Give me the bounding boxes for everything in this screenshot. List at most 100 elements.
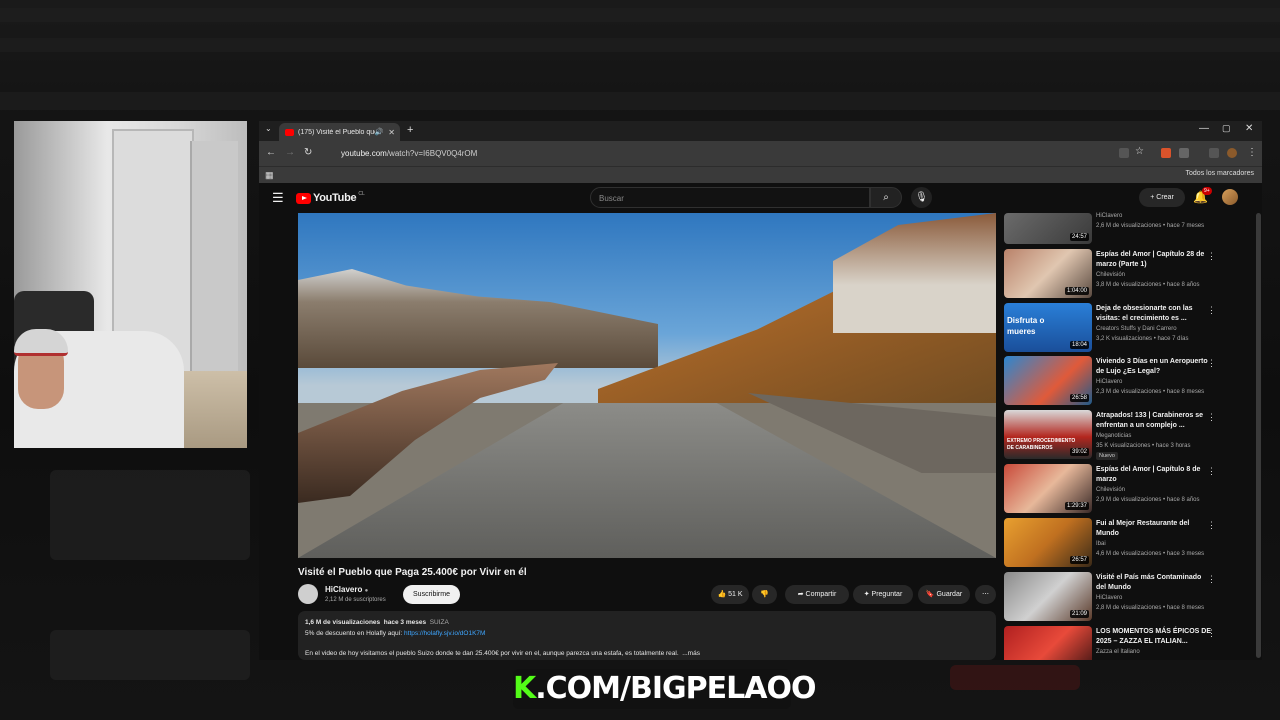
back-icon[interactable]: ← [266,147,276,158]
more-options-icon[interactable]: ⋮ [1207,466,1216,477]
description-box[interactable]: 1,6 M de visualizaciones hace 3 meses SU… [298,611,996,660]
address-bar[interactable]: youtube.com/watch?v=I6BQV0Q4rOM [329,145,1101,162]
recommendations-sidebar: 24:57 HiClavero 2,6 M de visualizaciones… [1004,213,1254,660]
new-tab-icon[interactable]: + [407,124,413,136]
recommendation-item[interactable]: Disfruta o mueres 18:04 Deja de obsesion… [1004,303,1254,353]
close-tab-icon[interactable]: ✕ [388,128,395,137]
restore-icon[interactable]: ▢ [1222,123,1231,134]
browser-menu-icon[interactable]: ⋮ [1247,147,1257,158]
rec-meta: 3,2 K visualizaciones • hace 7 días [1096,336,1189,342]
share-button[interactable]: ➦ Compartir [785,585,849,604]
puzzle-icon[interactable] [1179,148,1189,158]
hashtag[interactable]: SUIZA [430,619,449,626]
close-window-icon[interactable]: ✕ [1245,123,1253,134]
promo-text: 5% de descuento en Holafly aquí: [305,630,403,637]
duration: 26:58 [1069,394,1089,402]
recommendation-item[interactable]: 1:29:37 Espías del Amor | Capítulo 8 de … [1004,464,1254,514]
recommendation-item[interactable]: 21:09 Visité el País más Contaminado del… [1004,572,1254,622]
duration: 1:04:00 [1064,287,1089,295]
duration: 39:02 [1069,448,1089,456]
verified-icon: ● [364,588,369,594]
search-icon[interactable]: ⌕ [870,187,902,208]
thumb-overlay-text: EXTREMO PROCEDIMIENTO DE CARABINEROS [1007,438,1076,451]
notification-badge: 9+ [1202,187,1212,195]
logo-text: YouTube [313,192,357,204]
rec-title: Espías del Amor | Capítulo 8 de marzo [1096,466,1201,483]
recommendation-item[interactable]: 26:57 Fui al Mejor Restaurante del Mundo… [1004,518,1254,568]
blurred-block [50,470,250,560]
cast-icon[interactable] [1119,148,1129,158]
like-button[interactable]: 👍 51 K [711,585,749,604]
more-options-icon[interactable]: ⋮ [1207,520,1216,531]
save-button[interactable]: 🔖 Guardar [918,585,970,604]
recommendation-item[interactable]: 26:58 Viviendo 3 Días en un Aeropuerto d… [1004,356,1254,406]
more-actions-icon[interactable]: ⋯ [975,585,996,604]
dislike-button[interactable]: 👎 [752,585,777,604]
scrollbar[interactable] [1256,213,1261,658]
duration: 24:57 [1069,233,1089,241]
extension-icon[interactable] [1161,148,1171,158]
thumbnail: 21:09 [1004,572,1092,621]
video-player[interactable] [298,213,996,558]
promo-link[interactable]: https://holafly.sjv.io/dO1K7M [404,630,485,637]
rec-channel: Creators Stuffs y Dani Carrero [1096,326,1177,332]
bookmarks-bar: ▦ Todos los marcadores [259,166,1262,183]
all-bookmarks[interactable]: Todos los marcadores [1186,170,1254,177]
more-options-icon[interactable]: ⋮ [1207,251,1216,262]
more-options-icon[interactable]: ⋮ [1207,628,1216,639]
recommendation-item[interactable]: LOS MOMENTOS MÁS ÉPICOS DE 2025 – ZAZZA … [1004,626,1254,660]
more-options-icon[interactable]: ⋮ [1207,358,1216,369]
rec-meta: 2,3 M de visualizaciones • hace 8 meses [1096,389,1205,395]
bookmark-star-icon[interactable]: ☆ [1135,146,1144,157]
subscribe-button[interactable]: Suscribirme [403,585,460,604]
recommendation-item[interactable]: 1:04:00 Espías del Amor | Capítulo 28 de… [1004,249,1254,299]
more-options-icon[interactable]: ⋮ [1207,412,1216,423]
menu-icon[interactable]: ☰ [272,190,284,206]
ask-label: Preguntar [871,591,903,598]
rec-title: Visité el País más Contaminado del Mundo [1096,574,1202,591]
rec-channel: HiClavero [1096,379,1123,385]
recommendation-item[interactable]: EXTREMO PROCEDIMIENTO DE CARABINEROS 39:… [1004,410,1254,460]
apps-grid-icon[interactable]: ▦ [265,170,274,181]
rec-title: Espías del Amor | Capítulo 28 de marzo (… [1096,251,1205,268]
thumbnail: 1:04:00 [1004,249,1092,298]
thumbnail [1004,626,1092,660]
recommendation-item[interactable]: 24:57 HiClavero 2,6 M de visualizaciones… [1004,201,1254,251]
blurred-bar [0,38,1280,52]
description-promo: 5% de descuento en Holafly aquí: https:/… [305,630,485,637]
youtube-logo[interactable]: YouTube CL [296,191,365,204]
like-count: 51 K [728,591,743,598]
duration: 1:29:37 [1064,502,1089,510]
blurred-bar [0,92,1280,110]
thumbnail: 26:58 [1004,356,1092,405]
channel-avatar[interactable] [298,584,318,604]
mic-icon[interactable]: 🎙 [911,187,932,208]
share-icon: ➦ [797,591,804,598]
duration: 21:09 [1069,610,1089,618]
ask-button[interactable]: ✦ Preguntar [853,585,913,604]
rec-channel: Meganoticias [1096,433,1132,439]
channel-name[interactable]: HiClavero ● [325,585,368,594]
youtube-favicon-icon [285,128,294,136]
extension-icon[interactable] [1209,148,1219,158]
thumbs-up-icon: 👍 [717,591,727,598]
webcam-cap [14,329,68,356]
tab-active[interactable]: (175) Visité el Pueblo que P 🔊 ✕ [279,123,400,141]
reload-icon[interactable]: ↻ [304,147,312,158]
url-path: /watch?v=I6BQV0Q4rOM [386,149,478,158]
description-body: En el video de hoy visitamos el pueblo S… [305,650,679,657]
search-input[interactable]: Buscar [590,187,870,208]
more-options-icon[interactable]: ⋮ [1207,574,1216,585]
thumbnail: 26:57 [1004,518,1092,567]
forward-icon[interactable]: → [285,147,295,158]
profile-icon[interactable] [1227,148,1237,158]
speaker-icon: 🔊 [374,129,384,136]
tab-search-icon[interactable]: ⌄ [265,124,272,133]
more-link[interactable]: ...más [682,650,700,657]
tab-title: (175) Visité el Pueblo que P [298,128,375,136]
duration: 18:04 [1069,341,1089,349]
rec-title: Viviendo 3 Días en un Aeropuerto de Lujo… [1096,358,1208,375]
minimize-icon[interactable]: — [1199,123,1209,134]
share-label: Compartir [805,591,837,598]
more-options-icon[interactable]: ⋮ [1207,305,1216,316]
